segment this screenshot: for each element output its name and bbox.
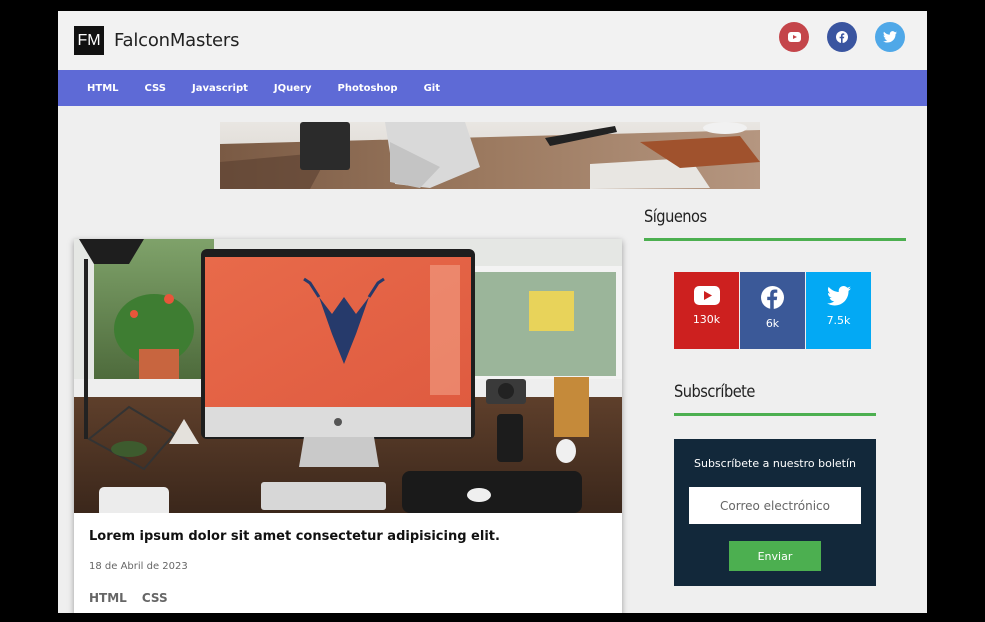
nav-item-jquery[interactable]: JQuery [274, 83, 312, 94]
nav-item-photoshop[interactable]: Photoshop [338, 83, 398, 94]
site-logo[interactable]: FM FalconMasters [74, 26, 240, 55]
youtube-link[interactable] [779, 22, 809, 52]
tag-css[interactable]: CSS [142, 591, 168, 605]
post-tags: HTML CSS [89, 591, 168, 605]
follow-title: Síguenos [644, 207, 707, 227]
logo-text: FalconMasters [114, 30, 240, 51]
post-title[interactable]: Lorem ipsum dolor sit amet consectetur a… [89, 529, 500, 544]
site-header: FM FalconMasters [58, 11, 927, 70]
newsletter-heading: Subscríbete a nuestro boletín [694, 457, 856, 470]
nav-item-html[interactable]: HTML [87, 83, 119, 94]
newsletter-box: Subscríbete a nuestro boletín Enviar [674, 439, 876, 586]
twitter-icon [826, 286, 851, 306]
youtube-icon [787, 32, 801, 42]
follow-facebook[interactable]: 6k [740, 272, 805, 349]
page: FM FalconMasters HTML CSS Javascript JQu… [58, 11, 927, 613]
nav-item-css[interactable]: CSS [145, 83, 166, 94]
twitter-icon [883, 31, 897, 43]
nav-item-javascript[interactable]: Javascript [192, 83, 248, 94]
youtube-icon [693, 286, 720, 305]
nav-item-git[interactable]: Git [424, 83, 440, 94]
email-field[interactable] [689, 487, 861, 524]
follow-widget: 130k 6k 7.5k [674, 272, 871, 349]
tag-html[interactable]: HTML [89, 591, 127, 605]
banner-image [220, 122, 760, 189]
facebook-link[interactable] [827, 22, 857, 52]
post-image[interactable] [74, 239, 622, 513]
logo-mark: FM [74, 26, 104, 55]
facebook-icon [761, 286, 784, 309]
header-social-links [779, 22, 905, 52]
follow-youtube[interactable]: 130k [674, 272, 739, 349]
follow-title-underline [644, 238, 906, 241]
follow-twitter[interactable]: 7.5k [806, 272, 871, 349]
main-nav: HTML CSS Javascript JQuery Photoshop Git [58, 70, 927, 106]
facebook-count: 6k [765, 317, 780, 330]
post-card[interactable]: Lorem ipsum dolor sit amet consectetur a… [74, 239, 622, 613]
subscribe-title: Subscríbete [674, 382, 755, 402]
twitter-link[interactable] [875, 22, 905, 52]
send-button[interactable]: Enviar [729, 541, 821, 571]
twitter-count: 7.5k [826, 314, 851, 327]
post-date: 18 de Abril de 2023 [89, 561, 188, 572]
subscribe-title-underline [674, 413, 876, 416]
youtube-count: 130k [692, 313, 721, 326]
facebook-icon [836, 31, 848, 43]
